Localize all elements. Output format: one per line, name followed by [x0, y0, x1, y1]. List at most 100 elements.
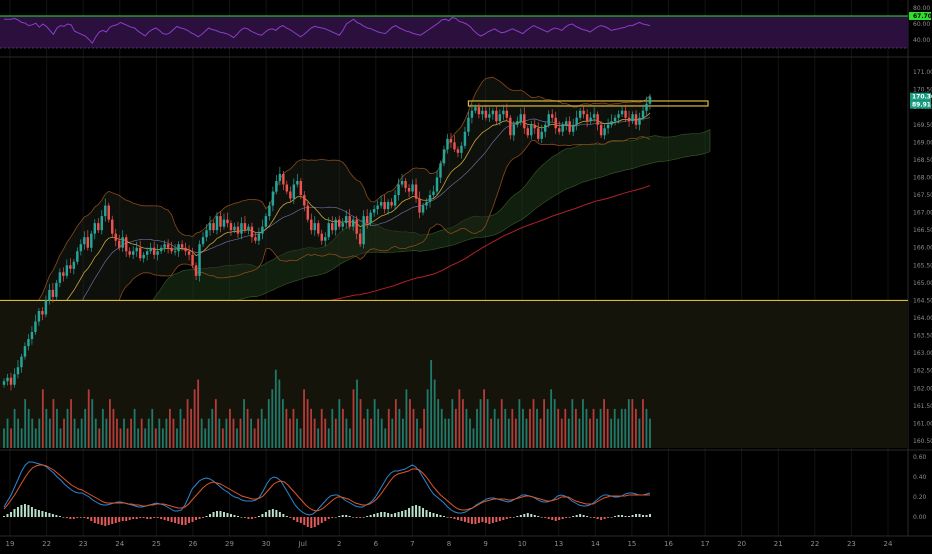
- candle-body[interactable]: [376, 205, 379, 210]
- candle-body[interactable]: [435, 177, 439, 192]
- candle-body[interactable]: [219, 216, 222, 227]
- candle-body[interactable]: [93, 223, 97, 234]
- candle-body[interactable]: [512, 124, 516, 136]
- candle-body[interactable]: [114, 233, 117, 241]
- candle-body[interactable]: [278, 173, 282, 181]
- candle-body[interactable]: [544, 124, 547, 132]
- candle-body[interactable]: [561, 124, 564, 132]
- time-label[interactable]: 17: [701, 540, 710, 548]
- candle-body[interactable]: [111, 219, 114, 234]
- time-label[interactable]: 6: [374, 540, 379, 548]
- candle-body[interactable]: [648, 96, 652, 104]
- candle-body[interactable]: [596, 114, 599, 125]
- time-label[interactable]: 21: [774, 540, 783, 548]
- candle-body[interactable]: [481, 110, 484, 115]
- candle-body[interactable]: [313, 223, 316, 231]
- candle-body[interactable]: [177, 244, 180, 252]
- candle-body[interactable]: [44, 300, 48, 315]
- candle-body[interactable]: [250, 226, 254, 238]
- candle-body[interactable]: [208, 223, 212, 231]
- candle-body[interactable]: [463, 131, 467, 146]
- candle-body[interactable]: [2, 381, 6, 385]
- candle-body[interactable]: [205, 230, 208, 238]
- candle-body[interactable]: [303, 195, 306, 206]
- time-label[interactable]: 7: [410, 540, 414, 548]
- candle-body[interactable]: [76, 251, 79, 262]
- candle-body[interactable]: [383, 202, 386, 210]
- candle-body[interactable]: [372, 209, 376, 213]
- candle-body[interactable]: [16, 367, 20, 375]
- candle-body[interactable]: [603, 128, 606, 136]
- candle-body[interactable]: [404, 180, 407, 188]
- candle-body[interactable]: [299, 180, 303, 196]
- candle-body[interactable]: [27, 339, 30, 347]
- candle-body[interactable]: [411, 184, 414, 192]
- candle-body[interactable]: [645, 103, 648, 111]
- candle-body[interactable]: [41, 310, 44, 315]
- candle-body[interactable]: [317, 223, 320, 234]
- candle-body[interactable]: [578, 110, 582, 118]
- candle-body[interactable]: [128, 251, 131, 255]
- candle-body[interactable]: [617, 114, 620, 118]
- candle-body[interactable]: [393, 195, 397, 206]
- candle-body[interactable]: [51, 289, 55, 297]
- candle-body[interactable]: [222, 219, 226, 227]
- candle-body[interactable]: [351, 219, 355, 227]
- candle-body[interactable]: [575, 117, 578, 125]
- candle-body[interactable]: [159, 247, 163, 252]
- candle-body[interactable]: [530, 124, 533, 136]
- candle-body[interactable]: [344, 216, 348, 224]
- candle-body[interactable]: [334, 219, 337, 231]
- candle-body[interactable]: [358, 233, 362, 245]
- candle-body[interactable]: [86, 237, 90, 248]
- candle-body[interactable]: [568, 121, 571, 132]
- candle-body[interactable]: [582, 110, 585, 115]
- candle-body[interactable]: [152, 247, 156, 255]
- candle-body[interactable]: [540, 131, 543, 139]
- candle-body[interactable]: [163, 244, 166, 248]
- candle-body[interactable]: [324, 237, 327, 241]
- candle-body[interactable]: [362, 216, 365, 245]
- time-label[interactable]: 22: [810, 540, 819, 548]
- time-label[interactable]: 30: [262, 540, 271, 548]
- candle-body[interactable]: [585, 114, 589, 122]
- candle-body[interactable]: [20, 356, 23, 368]
- candle-body[interactable]: [257, 233, 261, 241]
- candle-body[interactable]: [390, 202, 393, 206]
- candle-body[interactable]: [170, 247, 173, 252]
- candle-body[interactable]: [365, 216, 369, 224]
- candle-body[interactable]: [37, 310, 41, 322]
- candle-body[interactable]: [442, 149, 446, 164]
- candle-body[interactable]: [523, 114, 526, 129]
- candle-body[interactable]: [320, 233, 323, 241]
- time-label[interactable]: 23: [847, 540, 856, 548]
- candle-body[interactable]: [187, 251, 191, 255]
- candle-body[interactable]: [79, 244, 83, 252]
- candle-body[interactable]: [449, 138, 453, 143]
- candle-body[interactable]: [386, 202, 390, 210]
- candle-body[interactable]: [533, 124, 536, 129]
- candle-body[interactable]: [107, 205, 110, 220]
- candle-body[interactable]: [599, 124, 603, 136]
- candle-body[interactable]: [306, 205, 310, 220]
- candle-body[interactable]: [118, 240, 121, 248]
- rsi-panel[interactable]: [0, 15, 908, 49]
- candle-body[interactable]: [149, 247, 152, 252]
- candle-body[interactable]: [30, 332, 34, 340]
- candle-body[interactable]: [125, 237, 128, 252]
- candle-body[interactable]: [275, 180, 278, 192]
- time-label[interactable]: 25: [152, 540, 161, 548]
- candle-body[interactable]: [519, 114, 523, 122]
- candle-body[interactable]: [491, 110, 495, 115]
- candle-body[interactable]: [477, 107, 481, 115]
- candle-body[interactable]: [166, 244, 170, 248]
- candle-body[interactable]: [271, 191, 275, 206]
- candle-body[interactable]: [58, 272, 62, 283]
- candle-body[interactable]: [6, 377, 9, 382]
- candle-body[interactable]: [509, 117, 512, 136]
- candle-body[interactable]: [9, 377, 13, 385]
- candle-body[interactable]: [62, 272, 65, 276]
- candle-body[interactable]: [191, 254, 194, 266]
- candle-body[interactable]: [610, 121, 613, 125]
- candle-body[interactable]: [474, 107, 477, 111]
